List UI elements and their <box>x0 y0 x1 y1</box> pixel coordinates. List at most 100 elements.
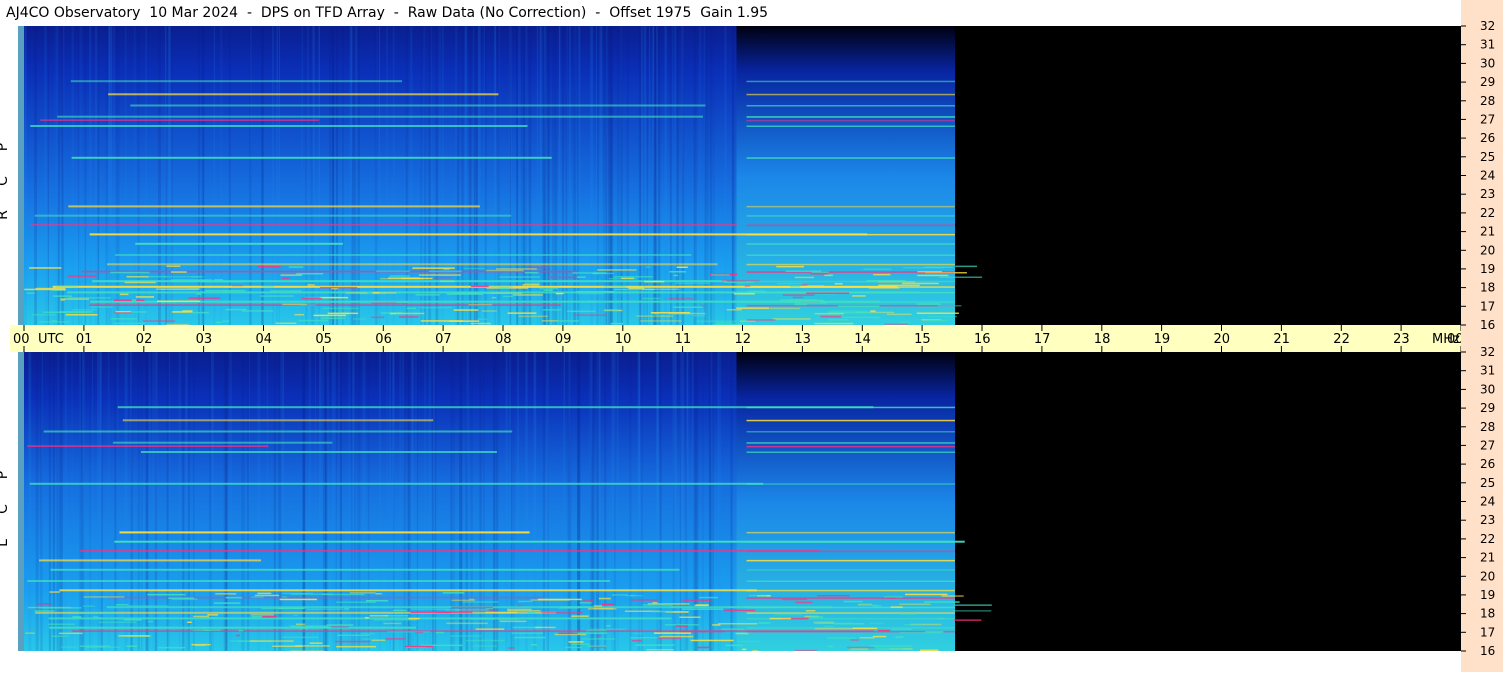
interference-line <box>57 116 703 118</box>
noise-speckle <box>727 309 742 311</box>
noise-speckle <box>290 625 329 627</box>
noise-speckle <box>759 622 771 624</box>
noise-speckle <box>557 320 579 322</box>
noise-speckle <box>27 292 35 294</box>
spectrogram-striation <box>403 352 406 651</box>
noise-speckle <box>498 619 519 621</box>
time-tick-label: 23 <box>1393 332 1410 347</box>
noise-speckle <box>749 595 767 597</box>
noise-speckle <box>884 596 903 598</box>
noise-speckle <box>588 608 616 610</box>
noise-speckle <box>878 285 920 287</box>
noise-speckle <box>372 640 386 642</box>
noise-speckle <box>571 615 589 617</box>
spectrogram-striation <box>406 26 408 325</box>
noise-speckle <box>226 597 242 599</box>
noise-speckle <box>320 297 348 299</box>
pol-letter: R <box>0 206 28 224</box>
noise-speckle <box>187 622 191 624</box>
noise-speckle <box>793 297 803 299</box>
noise-speckle <box>261 616 276 618</box>
noise-speckle <box>421 320 463 322</box>
noise-speckle <box>390 275 410 277</box>
spectrogram-striation <box>499 26 500 325</box>
noise-speckle <box>524 283 540 285</box>
noise-speckle <box>98 617 102 619</box>
noise-speckle <box>39 321 71 323</box>
spectrogram-striation <box>179 352 181 651</box>
spectrogram-striation <box>182 352 184 651</box>
noise-speckle <box>528 612 535 614</box>
spectrogram-striation <box>670 26 672 325</box>
interference-line <box>747 483 956 485</box>
time-axis-ticks: 0001020304050607080910111213141516171819… <box>10 325 1461 352</box>
noise-speckle <box>691 640 734 642</box>
spectrogram-striation <box>704 26 705 325</box>
spectrogram-striation <box>597 26 598 325</box>
frequency-axis: 1617181920212223242526272829303132161718… <box>1461 0 1503 672</box>
spectrogram-striation <box>229 352 232 651</box>
lcp-spectrogram-canvas <box>24 352 1461 651</box>
freq-tick-label: 28 <box>1480 420 1495 434</box>
noise-speckle <box>443 268 449 270</box>
noise-speckle <box>158 647 186 649</box>
noise-speckle <box>336 602 376 604</box>
time-tick-label: 18 <box>1094 332 1111 347</box>
spectrogram-striation <box>660 352 662 651</box>
spectrogram-striation <box>340 352 342 651</box>
spectrogram-striation <box>193 352 194 651</box>
noise-speckle <box>127 276 149 278</box>
noise-speckle <box>67 275 96 277</box>
noise-speckle <box>674 275 679 277</box>
noise-speckle <box>576 291 615 293</box>
noise-speckle <box>693 315 705 317</box>
noise-speckle <box>679 617 700 619</box>
noise-speckle <box>93 616 98 618</box>
spectrogram-striation <box>106 26 108 325</box>
freq-tick-label: 24 <box>1480 495 1495 509</box>
noise-speckle <box>866 280 905 282</box>
spectrogram-striation <box>113 26 114 325</box>
noise-speckle <box>902 283 939 285</box>
spectrogram-striation <box>694 352 697 651</box>
spectrogram-striation <box>509 26 512 325</box>
noise-speckle <box>736 307 769 309</box>
noise-speckle <box>571 644 590 646</box>
noise-speckle <box>918 272 955 274</box>
spectrogram-striation <box>276 26 278 325</box>
interference-line <box>747 590 956 592</box>
spectrogram-striation <box>534 352 537 651</box>
spectrogram-striation <box>653 26 655 325</box>
spectrogram-striation <box>72 352 73 651</box>
spectrogram-striation <box>389 352 391 651</box>
spectrogram-striation <box>109 26 110 325</box>
spectrogram-striation <box>529 26 532 325</box>
interference-line <box>747 255 956 257</box>
noise-speckle <box>451 607 493 609</box>
noise-speckle <box>700 305 705 307</box>
noise-speckle <box>918 271 943 273</box>
spectrogram-striation <box>61 352 63 651</box>
freq-tick-label: 17 <box>1480 625 1495 639</box>
spectrogram-striation <box>600 26 603 325</box>
noise-speckle <box>463 601 499 603</box>
noise-speckle <box>937 618 945 620</box>
spectrogram-striation <box>278 352 281 651</box>
noise-speckle <box>749 291 766 293</box>
noise-speckle <box>850 639 859 641</box>
noise-speckle <box>320 287 357 289</box>
noise-speckle <box>578 293 605 295</box>
noise-speckle <box>646 649 674 651</box>
spectrogram-striation <box>603 26 605 325</box>
spectrogram-striation <box>72 26 74 325</box>
noise-speckle <box>682 600 711 602</box>
noise-speckle <box>927 320 948 322</box>
noise-speckle <box>727 606 750 608</box>
spectrogram-striation <box>720 352 721 651</box>
noise-speckle <box>201 617 219 619</box>
interference-line <box>747 446 956 448</box>
noise-speckle <box>658 637 682 639</box>
spectrogram-striation <box>641 352 642 651</box>
chart-title: AJ4CO Observatory 10 Mar 2024 - DPS on T… <box>6 4 768 22</box>
noise-speckle <box>604 309 618 311</box>
